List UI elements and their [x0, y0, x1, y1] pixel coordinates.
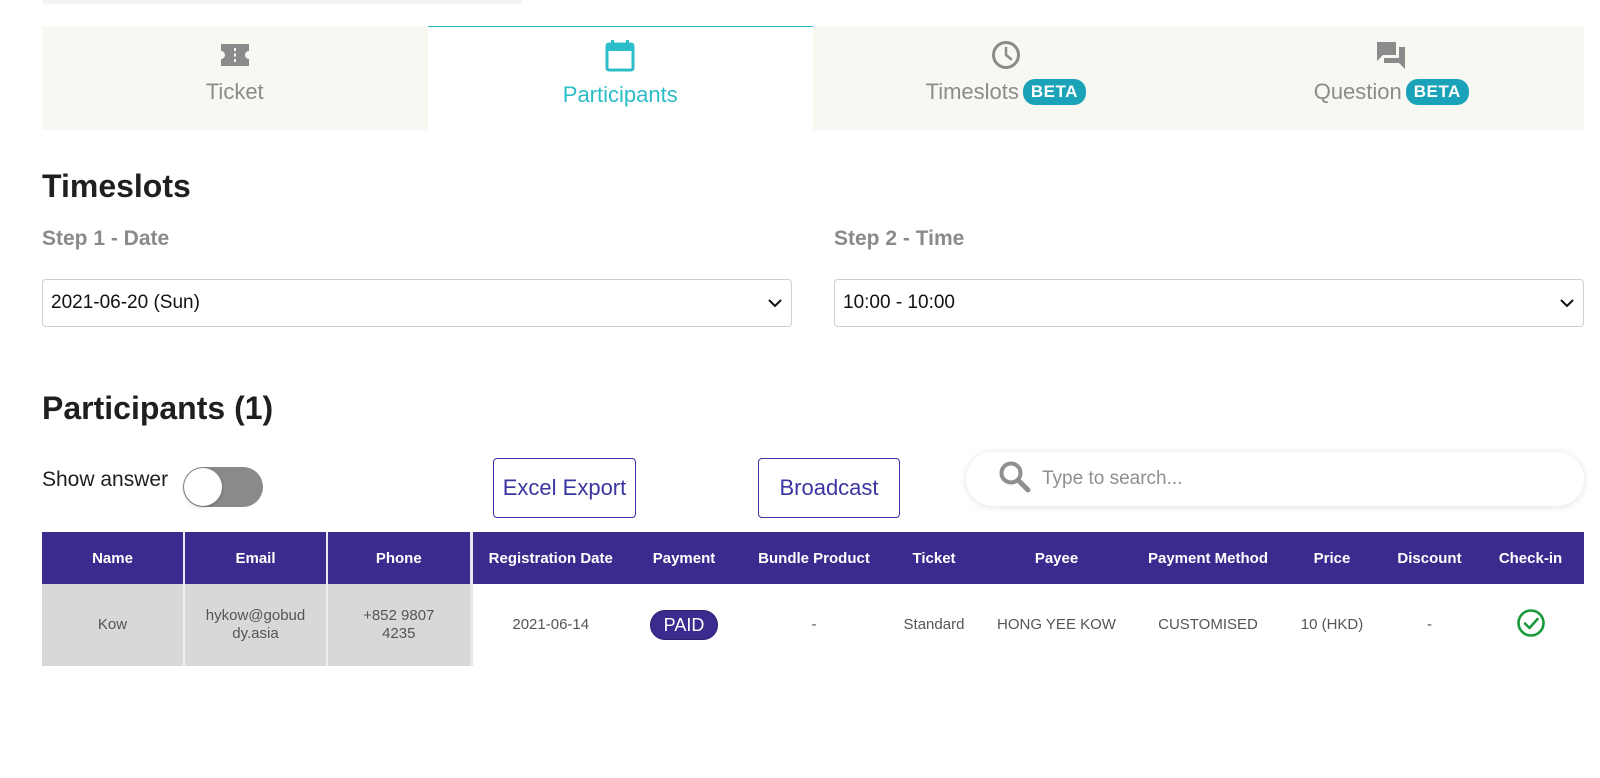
column-header-bundle-product[interactable]: Bundle Product — [739, 532, 889, 584]
show-answer-toggle[interactable] — [183, 467, 263, 507]
tab-participants[interactable]: Participants — [427, 26, 813, 130]
check-circle-icon[interactable] — [1516, 608, 1546, 642]
show-answer-label: Show answer — [42, 468, 169, 491]
toggle-knob — [184, 468, 222, 506]
search-input[interactable] — [1040, 467, 1544, 491]
column-header-name[interactable]: Name — [42, 532, 185, 584]
timeslots-title: Timeslots — [42, 168, 191, 204]
table-row[interactable]: Kow hykow@gobuddy.asia +852 9807 4235 20… — [42, 584, 1584, 666]
tab-timeslots-label: Timeslots — [925, 79, 1019, 104]
cell-ticket: Standard — [903, 616, 965, 633]
table-header-row: Name Email Phone Registration Date Payme… — [42, 532, 1584, 584]
calendar-icon — [605, 40, 635, 72]
cell-payee: HONG YEE KOW — [997, 616, 1116, 633]
date-select-value: 2021-06-20 (Sun) — [51, 292, 200, 313]
chevron-down-icon — [767, 295, 783, 311]
column-header-discount[interactable]: Discount — [1382, 532, 1477, 584]
beta-badge: BETA — [1405, 79, 1469, 105]
search-icon — [998, 460, 1032, 499]
column-header-payment-method[interactable]: Payment Method — [1134, 532, 1282, 584]
cell-phone: +852 9807 4235 — [327, 584, 473, 666]
cell-check-in — [1477, 584, 1584, 666]
time-select-value: 10:00 - 10:00 — [843, 292, 955, 313]
cell-name: Kow — [42, 584, 185, 666]
clock-icon — [991, 39, 1021, 71]
beta-badge: BETA — [1022, 79, 1086, 105]
chat-icon — [1375, 39, 1407, 71]
step1-label: Step 1 - Date — [42, 227, 170, 250]
column-header-registration-date[interactable]: Registration Date — [471, 532, 629, 584]
cell-discount: - — [1427, 616, 1432, 633]
column-header-phone[interactable]: Phone — [327, 532, 473, 584]
payment-status-badge: PAID — [649, 610, 719, 640]
cell-price: 10 (HKD) — [1300, 616, 1364, 633]
column-header-email[interactable]: Email — [184, 532, 328, 584]
cell-payment: PAID — [629, 584, 739, 666]
broadcast-button[interactable]: Broadcast — [758, 458, 900, 518]
cell-bundle-product: - — [811, 616, 817, 633]
top-strip — [42, 0, 522, 4]
tab-ticket[interactable]: Ticket — [42, 26, 428, 130]
tab-participants-label: Participants — [562, 82, 678, 107]
search-box — [966, 452, 1584, 506]
tab-ticket-label: Ticket — [205, 79, 264, 104]
participants-title: Participants (1) — [42, 390, 274, 426]
column-header-payee[interactable]: Payee — [979, 532, 1134, 584]
column-header-payment[interactable]: Payment — [629, 532, 739, 584]
tab-question-label: Question — [1313, 79, 1402, 104]
excel-export-button[interactable]: Excel Export — [493, 458, 636, 518]
column-header-check-in[interactable]: Check-in — [1477, 532, 1584, 584]
tab-timeslots[interactable]: Timeslots BETA — [813, 26, 1199, 130]
tab-question[interactable]: Question BETA — [1199, 26, 1585, 130]
time-select[interactable]: 10:00 - 10:00 — [834, 279, 1584, 327]
column-header-price[interactable]: Price — [1282, 532, 1382, 584]
ticket-icon — [219, 39, 251, 71]
participants-table: Name Email Phone Registration Date Payme… — [42, 532, 1584, 666]
cell-payment-method: CUSTOMISED — [1158, 616, 1258, 633]
cell-registration-date: 2021-06-14 — [512, 616, 590, 633]
cell-email: hykow@gobuddy.asia — [184, 584, 328, 666]
column-header-ticket[interactable]: Ticket — [889, 532, 979, 584]
tab-bar: Ticket Participants Timeslots BETA Quest… — [42, 26, 1584, 130]
chevron-down-icon — [1559, 295, 1575, 311]
step2-label: Step 2 - Time — [834, 227, 965, 250]
date-select[interactable]: 2021-06-20 (Sun) — [42, 279, 792, 327]
